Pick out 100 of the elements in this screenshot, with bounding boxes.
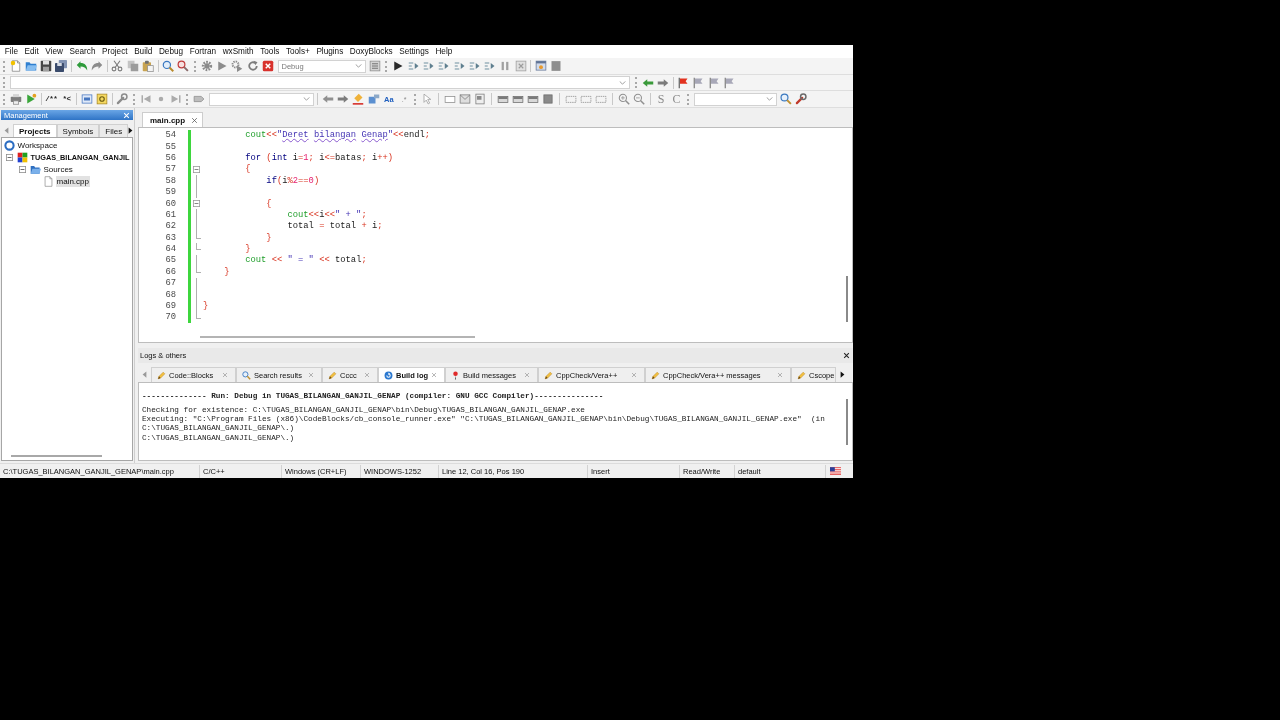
redo-icon[interactable] [91,60,104,72]
list-window-icon[interactable] [369,60,382,72]
zoom-in-icon[interactable] [617,93,630,105]
skip-forward-icon[interactable] [170,93,183,105]
skip-back-icon[interactable] [139,93,152,105]
tree-item[interactable]: Workspace [16,139,59,151]
undo-icon[interactable] [75,60,88,72]
step-icon[interactable] [438,60,451,72]
scrollbar-thumb[interactable] [845,276,848,322]
flag-icon[interactable] [677,76,690,89]
tree-item[interactable]: main.cpp [55,175,90,187]
menu-item[interactable]: wxSmith [219,45,257,58]
panel-tab[interactable]: Files [99,124,129,137]
new-file-icon[interactable] [9,60,22,72]
copy-icon[interactable] [126,60,139,72]
menu-item[interactable]: Plugins [313,45,347,58]
code-line: for (int i=1; i<=batas; i++) [245,152,394,163]
floppies-icon[interactable] [55,60,68,72]
picture-icon[interactable] [474,93,487,105]
floppy-icon[interactable] [40,60,53,72]
menu-item[interactable]: Build [130,45,156,58]
code-line: if(i%2==0) [266,175,320,186]
arrow-right-icon[interactable] [337,93,350,105]
code-line: } [224,266,230,277]
menu-item[interactable]: Settings [395,45,433,58]
circle-tile-icon[interactable] [96,93,109,105]
cycle-arrow-icon[interactable] [246,60,259,72]
panel-tab[interactable]: Projects [13,124,57,137]
gear-icon[interactable] [200,60,213,72]
menu-item[interactable]: Edit [21,45,42,58]
search-icon[interactable] [162,60,175,72]
pointer-icon[interactable] [421,93,434,105]
left-triangle-icon[interactable] [142,371,147,378]
menu-item[interactable]: Fortran [186,45,220,58]
cross-box-icon[interactable] [514,60,527,72]
arrow-left-icon[interactable] [321,93,334,105]
menu-item[interactable]: DoxyBlocks [346,45,396,58]
step-icon[interactable] [423,60,435,72]
expand-toggle-icon[interactable] [5,153,13,161]
magnifier-icon[interactable] [177,60,190,72]
step-icon[interactable] [453,60,466,72]
printer-icon[interactable] [9,93,22,105]
menu-item[interactable]: Help [432,45,456,58]
dashed-rectangle-icon[interactable] [595,93,608,105]
pencil-icon [328,370,337,380]
window-icon[interactable] [534,60,547,72]
fold-toggle-icon[interactable] [193,165,200,173]
expand-toggle-icon[interactable] [18,165,26,173]
panel-icon[interactable] [496,93,509,105]
play-icon[interactable] [392,60,405,72]
panel-icon[interactable] [527,93,540,105]
fold-toggle-icon[interactable] [193,200,200,208]
step-icon[interactable] [468,60,481,72]
right-triangle-icon[interactable] [128,127,134,134]
gear-arrow-icon[interactable] [231,60,244,72]
left-triangle-icon[interactable] [4,127,9,134]
scrollbar-thumb[interactable] [200,336,475,338]
step-icon[interactable] [484,60,497,72]
pencil-icon [544,370,553,380]
editor-tab[interactable]: main.cpp [142,112,203,127]
step-icon[interactable] [407,60,420,72]
line-number: 58 [164,175,176,186]
tag-icon[interactable] [193,93,206,105]
search-icon[interactable] [779,93,792,105]
cross-box-icon[interactable] [261,60,274,72]
scrollbar-thumb[interactable] [11,454,102,457]
wrench-icon[interactable] [795,93,807,105]
pin-icon [451,370,460,380]
panel-tab[interactable]: Symbols [56,124,100,137]
close-icon[interactable] [843,352,850,359]
folder-icon[interactable] [24,60,37,72]
window-icon[interactable] [80,93,93,105]
menu-item[interactable]: View [42,45,67,58]
dashed-rectangle-icon[interactable] [580,93,592,105]
menu-item[interactable]: Tools+ [282,45,314,58]
menu-item[interactable]: Search [66,45,99,58]
scissors-icon[interactable] [111,60,124,72]
square-icon[interactable] [550,60,563,72]
wrench-icon[interactable] [116,93,129,105]
line-number: 57 [164,164,176,175]
panel-icon[interactable] [511,93,524,105]
code-line: total = total + i; [287,221,383,232]
tree-item[interactable]: Sources [42,163,74,175]
scrollbar-thumb[interactable] [845,399,848,445]
folder-icon [29,163,41,175]
menu-item[interactable]: Tools [256,45,283,58]
menu-item[interactable]: Debug [155,45,187,58]
flag-icon[interactable] [830,467,841,475]
envelope-icon[interactable] [459,93,472,105]
menu-item[interactable]: File [1,45,22,58]
rectangle-icon[interactable] [443,93,456,105]
right-triangle-icon[interactable] [840,371,845,378]
overlapping-squares-icon[interactable] [367,93,380,105]
zoom-out-icon[interactable] [632,93,645,105]
highlighter-icon[interactable] [352,93,365,105]
clipboard-icon[interactable] [141,60,154,72]
line-number: 60 [164,198,176,209]
dashed-rectangle-icon[interactable] [564,93,577,105]
square-icon[interactable] [542,93,555,105]
menu-item[interactable]: Project [98,45,131,58]
